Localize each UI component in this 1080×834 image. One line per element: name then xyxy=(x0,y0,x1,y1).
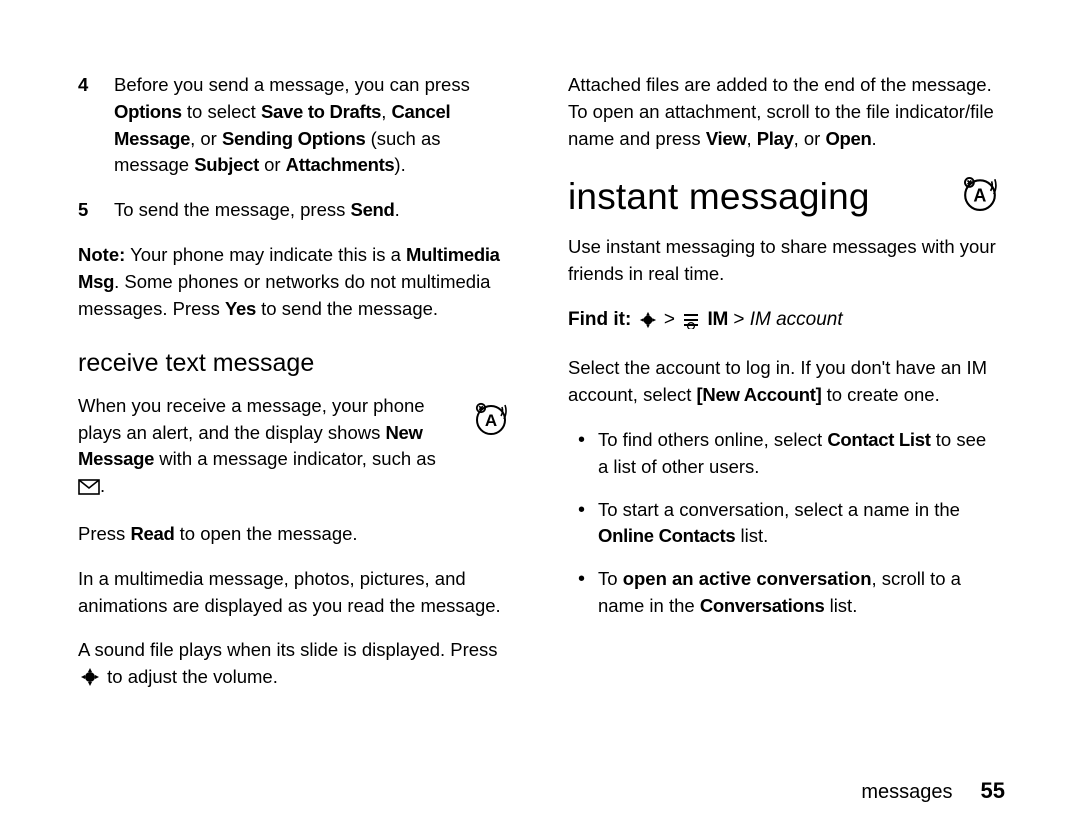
antenna-badge-icon: A xyxy=(962,172,998,226)
step-4: 4 Before you send a message, you can pre… xyxy=(78,72,508,179)
text: or xyxy=(259,154,286,175)
text: to open the message. xyxy=(174,523,357,544)
page-number: 55 xyxy=(981,778,1005,804)
list-item: To open an active conversation, scroll t… xyxy=(598,566,998,620)
text: Your phone may indicate this is a xyxy=(125,244,406,265)
yes-key: Yes xyxy=(225,298,256,319)
step-number: 5 xyxy=(78,197,96,224)
login-paragraph: Select the account to log in. If you don… xyxy=(568,355,998,409)
text: to adjust the volume. xyxy=(107,666,278,687)
receive-paragraph: When you receive a message, your phone p… xyxy=(78,393,508,503)
text: to send the message. xyxy=(256,298,438,319)
find-it-line: Find it: > IM > IM account xyxy=(568,306,998,338)
text: . xyxy=(872,128,877,149)
contact-list-key: Contact List xyxy=(827,429,930,450)
bold-text: open an active conversation xyxy=(623,568,872,589)
text: . xyxy=(395,199,400,220)
step-5: 5 To send the message, press Send. xyxy=(78,197,508,224)
text: ). xyxy=(394,154,405,175)
text: , xyxy=(381,101,391,122)
options-key: Options xyxy=(114,101,182,122)
text: to create one. xyxy=(821,384,939,405)
envelope-icon xyxy=(78,476,100,503)
text: . xyxy=(100,475,105,496)
two-column-layout: 4 Before you send a message, you can pre… xyxy=(78,72,1010,794)
online-contacts-key: Online Contacts xyxy=(598,525,735,546)
list-item: To start a conversation, select a name i… xyxy=(598,497,998,551)
footer-section: messages xyxy=(861,781,952,804)
svg-text:A: A xyxy=(973,186,986,206)
press-read-paragraph: Press Read to open the message. xyxy=(78,521,508,548)
im-account: IM account xyxy=(750,309,843,330)
left-column: 4 Before you send a message, you can pre… xyxy=(78,72,508,794)
step-body: Before you send a message, you can press… xyxy=(114,72,508,179)
text: list. xyxy=(824,595,857,616)
antenna-badge-icon: A xyxy=(474,401,508,443)
text: list. xyxy=(735,525,768,546)
new-account-key: [New Account] xyxy=(697,384,822,405)
list-item: To find others online, select Contact Li… xyxy=(598,427,998,481)
text: with a message indicator, such as xyxy=(154,448,436,469)
note-paragraph: Note: Your phone may indicate this is a … xyxy=(78,242,508,322)
step-body: To send the message, press Send. xyxy=(114,197,508,224)
text: To xyxy=(598,568,623,589)
sep: > xyxy=(659,309,681,330)
page-footer: messages 55 xyxy=(861,778,1005,804)
manual-page: 4 Before you send a message, you can pre… xyxy=(0,0,1080,834)
heading-text: instant messaging xyxy=(568,176,870,217)
text: When you receive a message, your phone p… xyxy=(78,395,425,443)
receive-heading: receive text message xyxy=(78,345,508,381)
open-key: Open xyxy=(825,128,871,149)
text: , xyxy=(746,128,756,149)
find-it-label: Find it: xyxy=(568,309,631,330)
im-key: IM xyxy=(708,309,729,330)
attachment-paragraph: Attached files are added to the end of t… xyxy=(568,72,998,152)
send-key: Send xyxy=(351,199,395,220)
text: , or xyxy=(794,128,826,149)
sep: > xyxy=(728,309,750,330)
read-key: Read xyxy=(130,523,174,544)
text: To send the message, press xyxy=(114,199,351,220)
text: To start a conversation, select a name i… xyxy=(598,499,960,520)
step-number: 4 xyxy=(78,72,96,179)
text: Before you send a message, you can press xyxy=(114,74,470,95)
svg-text:A: A xyxy=(485,411,497,430)
text: to select xyxy=(182,101,261,122)
conversations-key: Conversations xyxy=(700,595,825,616)
text: To find others online, select xyxy=(598,429,827,450)
text: A sound file plays when its slide is dis… xyxy=(78,639,498,660)
save-drafts-key: Save to Drafts xyxy=(261,101,381,122)
view-key: View xyxy=(706,128,747,149)
attachments-key: Attachments xyxy=(286,154,395,175)
subject-key: Subject xyxy=(194,154,259,175)
nav-key-icon xyxy=(80,667,100,695)
im-bullet-list: To find others online, select Contact Li… xyxy=(568,427,998,620)
menu-icon xyxy=(682,310,700,338)
text: Press xyxy=(78,523,130,544)
multimedia-paragraph: In a multimedia message, photos, picture… xyxy=(78,566,508,620)
text: , or xyxy=(190,128,222,149)
sending-options-key: Sending Options xyxy=(222,128,366,149)
im-intro: Use instant messaging to share messages … xyxy=(568,234,998,288)
play-key: Play xyxy=(757,128,794,149)
right-column: Attached files are added to the end of t… xyxy=(568,72,998,794)
instant-messaging-heading: instant messaging A xyxy=(568,170,998,224)
note-label: Note: xyxy=(78,244,125,265)
sound-paragraph: A sound file plays when its slide is dis… xyxy=(78,637,508,695)
nav-key-icon xyxy=(639,310,657,338)
